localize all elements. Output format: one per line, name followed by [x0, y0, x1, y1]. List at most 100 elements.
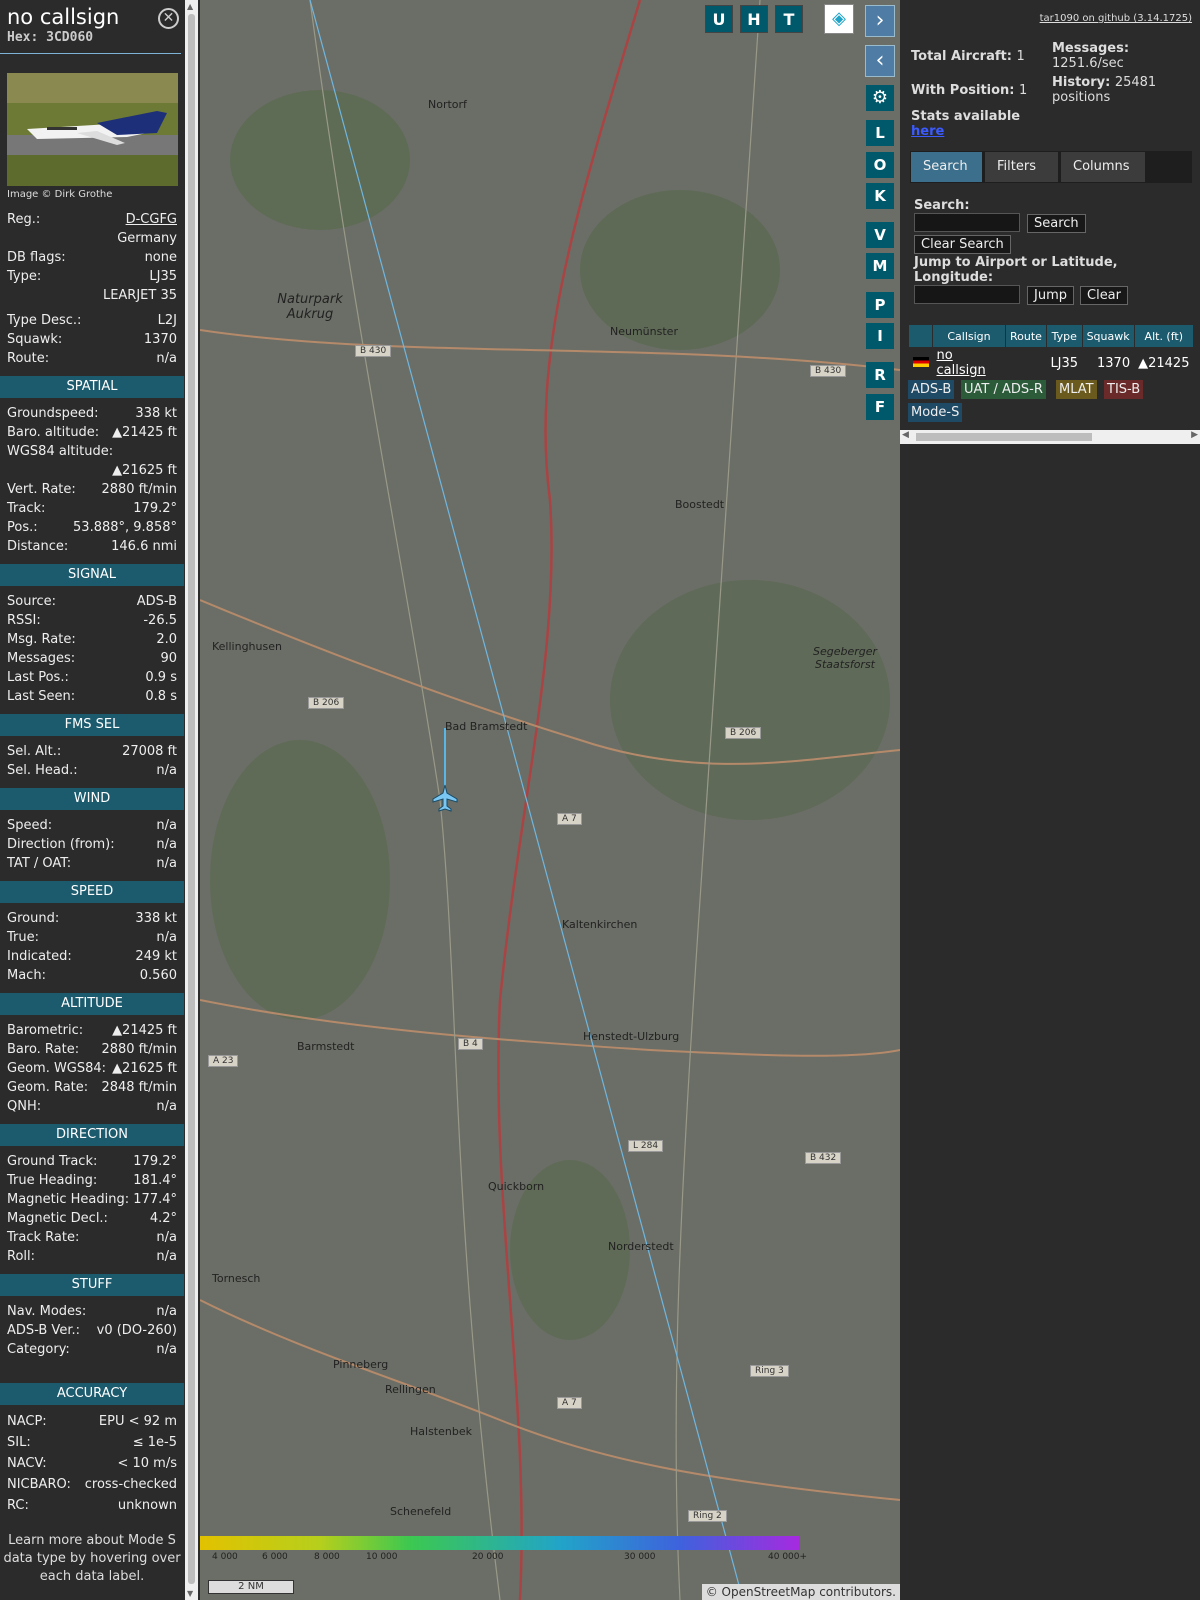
source-filter-ads-b[interactable]: ADS-B	[908, 380, 955, 399]
detail-row-label[interactable]: Indicated:	[7, 947, 72, 966]
info-row-value[interactable]: D-CGFG	[126, 210, 177, 229]
map-toggle-u-button[interactable]: U	[705, 5, 733, 33]
search-button[interactable]: Search	[1027, 214, 1086, 233]
col-type[interactable]: Type	[1045, 324, 1083, 348]
detail-row-label[interactable]: Messages:	[7, 649, 75, 668]
map-place-label: Neumünster	[610, 325, 678, 338]
col-alt[interactable]: Alt. (ft)	[1133, 324, 1194, 348]
detail-row-label[interactable]: Baro. Rate:	[7, 1040, 79, 1059]
map-toggle-m-button[interactable]: M	[866, 253, 894, 279]
detail-row-label[interactable]: Barometric:	[7, 1021, 83, 1040]
search-input[interactable]	[914, 213, 1020, 232]
detail-row-label[interactable]: Roll:	[7, 1247, 35, 1266]
source-filter-mode-s[interactable]: Mode-S	[908, 403, 963, 422]
table-row[interactable]: no callsign LJ35 1370 ▲21425	[909, 348, 1194, 379]
collapse-left-button[interactable]: ‹	[865, 45, 895, 77]
detail-row-value: 338 kt	[135, 911, 177, 926]
detail-row-label[interactable]: Source:	[7, 592, 56, 611]
detail-row-label[interactable]: Track:	[7, 499, 45, 518]
colorbar-label: 40 000+	[768, 1552, 808, 1562]
info-row-label[interactable]: DB flags:	[7, 248, 66, 267]
detail-row-label[interactable]: Geom. Rate:	[7, 1078, 88, 1097]
detail-row-label[interactable]: True:	[7, 928, 39, 947]
detail-row-label[interactable]: Direction (from):	[7, 835, 115, 854]
stats-here-link[interactable]: here	[911, 124, 1020, 139]
col-squawk[interactable]: Squawk	[1081, 324, 1135, 348]
detail-row-label[interactable]: Last Pos.:	[7, 668, 69, 687]
detail-row-label[interactable]: WGS84 altitude:	[7, 442, 113, 461]
map-toggle-v-button[interactable]: V	[866, 222, 894, 248]
detail-row-label[interactable]: True Heading:	[7, 1171, 97, 1190]
jump-input[interactable]	[914, 285, 1020, 304]
map-toggle-p-button[interactable]: P	[866, 292, 894, 318]
sidebar-scrollbar[interactable]: ▲ ▼	[185, 0, 198, 1600]
clear-search-button[interactable]: Clear Search	[914, 235, 1011, 254]
detail-row-value: 2848 ft/min	[101, 1080, 177, 1095]
accuracy-row-label[interactable]: NACP:	[7, 1411, 47, 1432]
map-toggle-f-button[interactable]: F	[866, 394, 894, 420]
detail-row-label[interactable]: Magnetic Decl.:	[7, 1209, 108, 1228]
info-row-label[interactable]: Type Desc.:	[7, 311, 81, 330]
github-link[interactable]: tar1090 on github (3.14.1725)	[1040, 13, 1192, 24]
accuracy-row: NACV: < 10 m/s	[0, 1453, 184, 1474]
layers-icon[interactable]: ◈	[824, 4, 854, 34]
map-toggle-i-button[interactable]: I	[866, 323, 894, 349]
detail-row-label[interactable]: Distance:	[7, 537, 68, 556]
accuracy-row-label[interactable]: NICBARO:	[7, 1474, 71, 1495]
accuracy-row-label[interactable]: NACV:	[7, 1453, 47, 1474]
map-toggle-k-button[interactable]: K	[866, 183, 894, 209]
detail-row-label[interactable]: Ground:	[7, 909, 59, 928]
close-icon[interactable]: ✕	[158, 8, 179, 29]
detail-row-label[interactable]: Vert. Rate:	[7, 480, 76, 499]
map-place-label: Kaltenkirchen	[562, 918, 638, 931]
detail-row-label[interactable]: Geom. WGS84:	[7, 1059, 106, 1078]
info-row-label[interactable]: Route:	[7, 349, 49, 368]
table-horizontal-scrollbar[interactable]: ◀ ▶	[900, 430, 1200, 444]
tab-filters[interactable]: Filters	[985, 152, 1058, 182]
detail-row-label[interactable]: Speed:	[7, 816, 52, 835]
detail-row-label[interactable]: ADS-B Ver.:	[7, 1321, 80, 1340]
col-route[interactable]: Route	[1005, 324, 1047, 348]
detail-row-label[interactable]: Sel. Head.:	[7, 761, 78, 780]
detail-row: Direction (from): n/a	[0, 835, 184, 854]
info-row-label[interactable]: Reg.:	[7, 210, 40, 229]
detail-row-label[interactable]: Last Seen:	[7, 687, 75, 706]
detail-row-label[interactable]: Pos.:	[7, 518, 38, 537]
expand-right-button[interactable]: ›	[865, 5, 895, 37]
detail-row-label[interactable]: Track Rate:	[7, 1228, 79, 1247]
aircraft-photo[interactable]	[7, 73, 178, 186]
accuracy-row-label[interactable]: SIL:	[7, 1432, 31, 1453]
source-filter-uat-ads-r[interactable]: UAT / ADS-R	[961, 380, 1046, 399]
map-toggle-l-button[interactable]: L	[866, 120, 894, 146]
tab-search[interactable]: Search	[911, 152, 982, 182]
source-filter-tis-b[interactable]: TIS-B	[1104, 380, 1144, 399]
detail-row-label[interactable]: TAT / OAT:	[7, 854, 71, 873]
info-row-label[interactable]: Squawk:	[7, 330, 62, 349]
detail-row-label[interactable]: Mach:	[7, 966, 46, 985]
info-row-label[interactable]: Type:	[7, 267, 41, 286]
detail-row-label[interactable]: Msg. Rate:	[7, 630, 76, 649]
detail-row-label[interactable]: QNH:	[7, 1097, 41, 1116]
map-toggle-h-button[interactable]: H	[740, 5, 768, 33]
row-callsign[interactable]: no callsign	[933, 348, 1006, 378]
map-toggle-t-button[interactable]: T	[775, 5, 803, 33]
detail-row-label[interactable]: RSSI:	[7, 611, 41, 630]
map-toggle-r-button[interactable]: R	[866, 362, 894, 388]
settings-gear-icon[interactable]: ⚙	[866, 85, 894, 111]
detail-row-label[interactable]: Baro. altitude:	[7, 423, 99, 442]
tab-columns[interactable]: Columns	[1061, 152, 1145, 182]
source-filter-mlat[interactable]: MLAT	[1056, 380, 1097, 399]
clear-button[interactable]: Clear	[1080, 286, 1128, 305]
detail-row-label[interactable]: Category:	[7, 1340, 70, 1359]
jump-button[interactable]: Jump	[1027, 286, 1074, 305]
detail-row-label[interactable]: Groundspeed:	[7, 404, 98, 423]
detail-row-label[interactable]: Nav. Modes:	[7, 1302, 86, 1321]
col-callsign[interactable]: Callsign	[932, 324, 1006, 348]
accuracy-row-label[interactable]: RC:	[7, 1495, 29, 1516]
map-view[interactable]: Nortorf Neumünster Naturpark Aukrug Boosted…	[200, 0, 900, 1600]
detail-row-label[interactable]: Ground Track:	[7, 1152, 97, 1171]
detail-row-label[interactable]: Sel. Alt.:	[7, 742, 61, 761]
map-toggle-o-button[interactable]: O	[866, 152, 894, 178]
detail-row-label[interactable]: Magnetic Heading:	[7, 1190, 129, 1209]
flag-germany-icon	[909, 348, 933, 379]
